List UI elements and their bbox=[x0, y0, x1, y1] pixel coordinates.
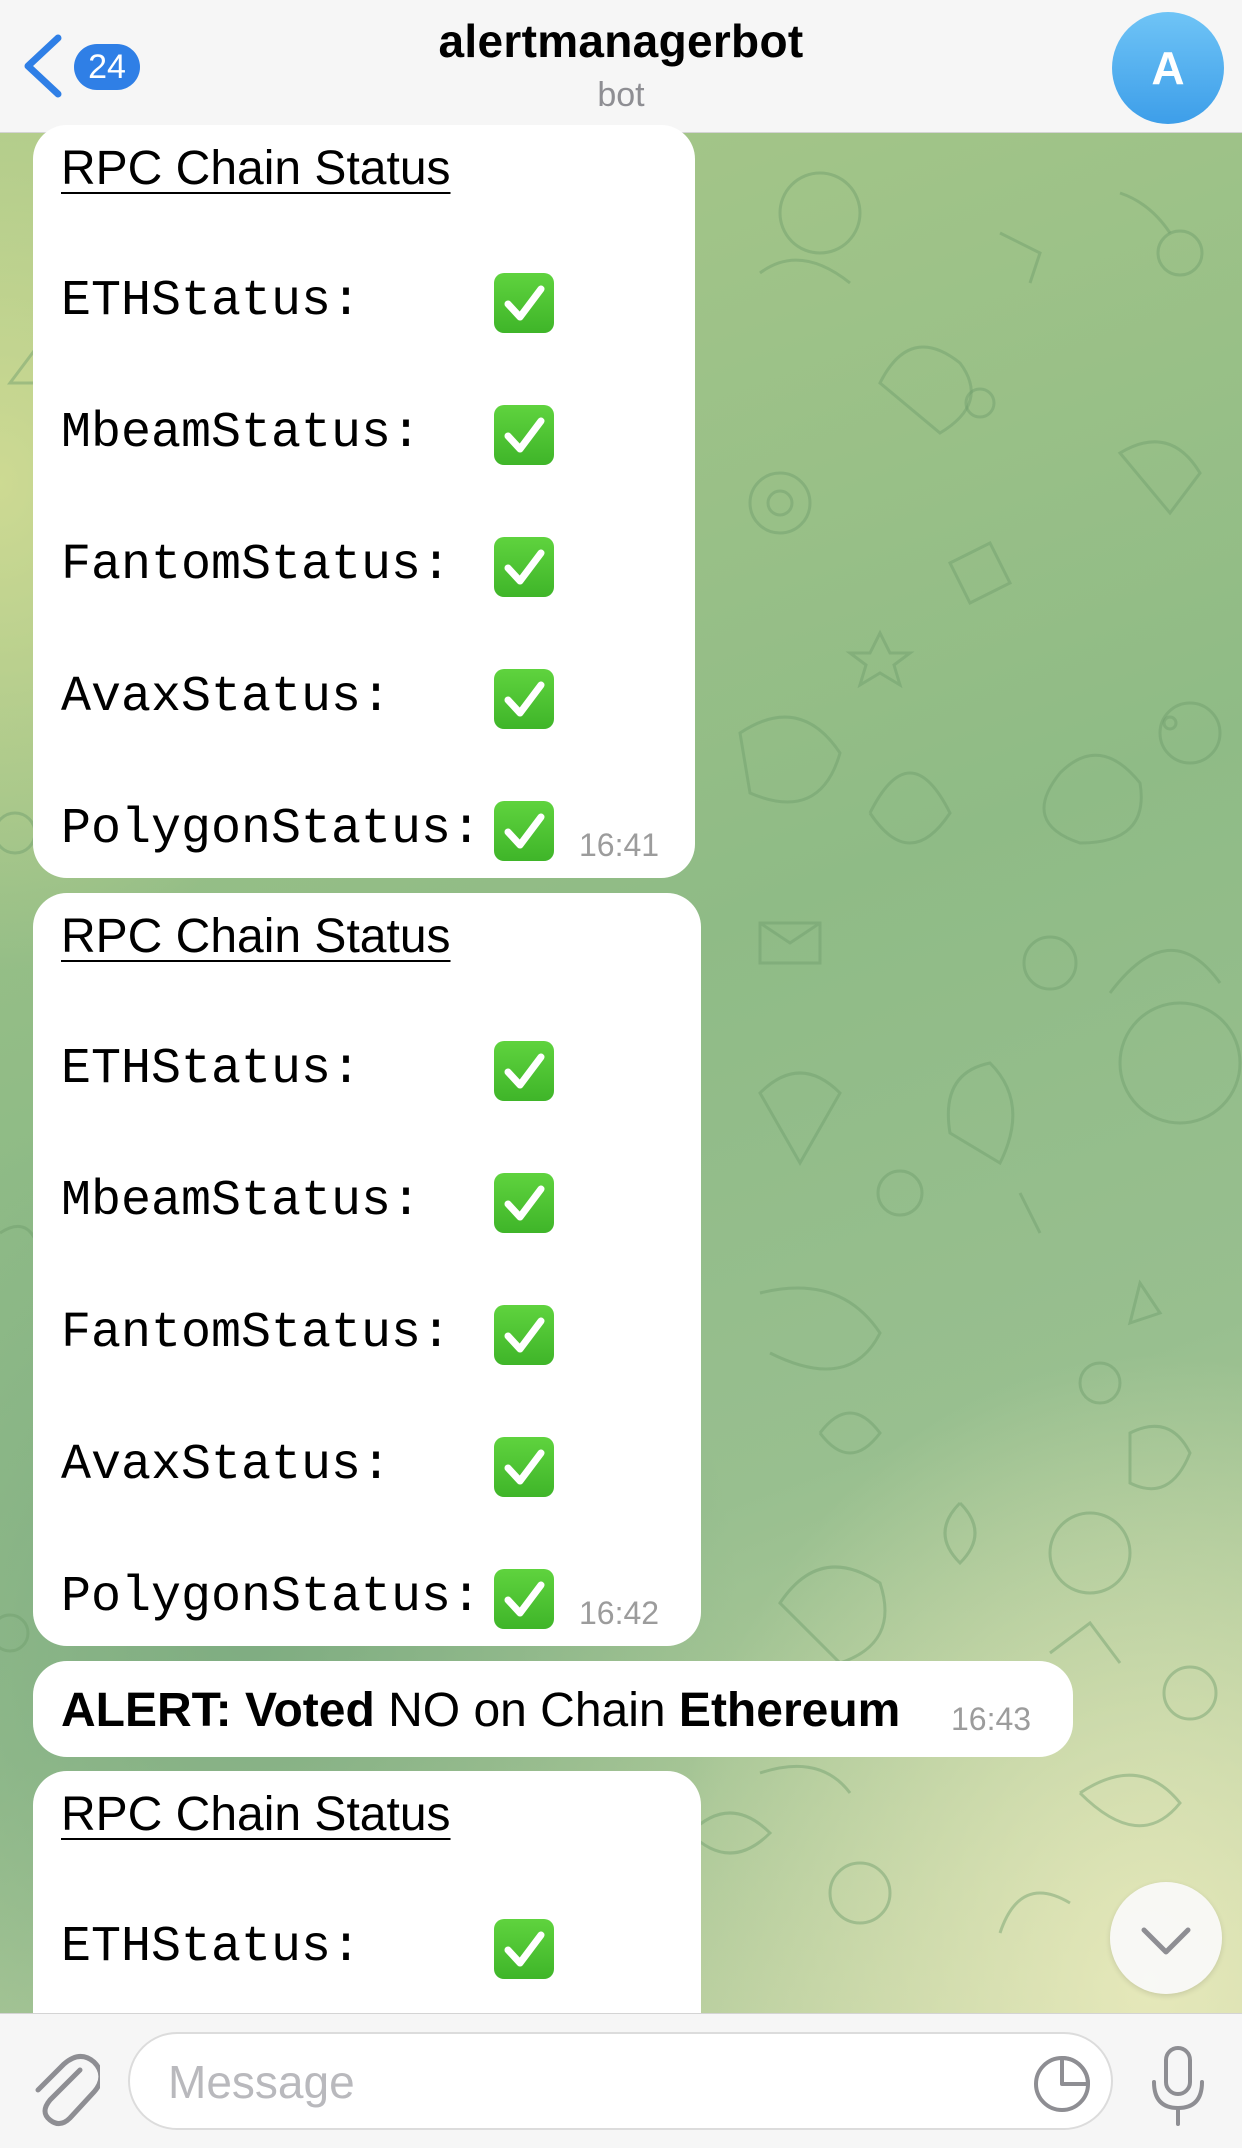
status-label: MbeamStatus: bbox=[61, 1173, 422, 1230]
status-label: PolygonStatus: bbox=[61, 801, 482, 858]
message-time: 16:41 bbox=[579, 827, 660, 863]
alert-chain: Ethereum bbox=[678, 1684, 901, 1737]
message-time: 16:42 bbox=[579, 1595, 660, 1631]
attach-button[interactable] bbox=[28, 2048, 104, 2128]
status-label: FantomStatus: bbox=[61, 1305, 452, 1362]
chat-subtitle: bot bbox=[597, 76, 645, 114]
message-composer bbox=[0, 2013, 1242, 2148]
chevron-down-icon bbox=[1141, 1927, 1191, 1955]
status-label: AvaxStatus: bbox=[61, 1437, 392, 1494]
chat-header: 24 alertmanagerbot bot A bbox=[0, 0, 1242, 133]
message-bubble[interactable]: RPC Chain Status ETHStatus: bbox=[33, 1771, 701, 2051]
status-label: ETHStatus: bbox=[61, 1919, 362, 1976]
message-title[interactable]: RPC Chain Status bbox=[61, 141, 451, 196]
check-mark-button-icon bbox=[494, 273, 554, 333]
sticker-icon[interactable] bbox=[1032, 2054, 1092, 2114]
check-mark-button-icon bbox=[494, 1305, 554, 1365]
alert-prefix: ALERT: Voted bbox=[61, 1684, 375, 1737]
status-label: PolygonStatus: bbox=[61, 1569, 482, 1626]
status-label: AvaxStatus: bbox=[61, 669, 392, 726]
message-title[interactable]: RPC Chain Status bbox=[61, 909, 451, 964]
status-label: ETHStatus: bbox=[61, 273, 362, 330]
check-mark-button-icon bbox=[494, 669, 554, 729]
alert-middle: NO on Chain bbox=[374, 1684, 679, 1737]
alert-message-bubble[interactable]: ALERT: Voted NO on Chain Ethereum 16:43 bbox=[33, 1661, 1073, 1757]
message-bubble[interactable]: RPC Chain Status ETHStatus: MbeamStatus:… bbox=[33, 125, 695, 878]
status-label: ETHStatus: bbox=[61, 1041, 362, 1098]
check-mark-button-icon bbox=[494, 405, 554, 465]
bot-avatar[interactable]: A bbox=[1112, 12, 1224, 124]
chat-title[interactable]: alertmanagerbot bbox=[0, 14, 1242, 68]
message-time: 16:43 bbox=[951, 1701, 1032, 1737]
check-mark-button-icon bbox=[494, 1569, 554, 1629]
microphone-button[interactable] bbox=[1148, 2044, 1208, 2128]
status-label: FantomStatus: bbox=[61, 537, 452, 594]
status-label: MbeamStatus: bbox=[61, 405, 422, 462]
scroll-down-button[interactable] bbox=[1110, 1882, 1222, 1994]
check-mark-button-icon bbox=[494, 1919, 554, 1979]
check-mark-button-icon bbox=[494, 537, 554, 597]
message-title[interactable]: RPC Chain Status bbox=[61, 1787, 451, 1842]
check-mark-button-icon bbox=[494, 801, 554, 861]
alert-text: ALERT: Voted NO on Chain Ethereum bbox=[61, 1683, 900, 1738]
check-mark-button-icon bbox=[494, 1173, 554, 1233]
message-field[interactable] bbox=[128, 2032, 1113, 2130]
microphone-icon bbox=[1152, 2046, 1204, 2126]
check-mark-button-icon bbox=[494, 1437, 554, 1497]
message-input[interactable] bbox=[166, 2034, 1030, 2130]
message-bubble[interactable]: RPC Chain Status ETHStatus: MbeamStatus:… bbox=[33, 893, 701, 1646]
check-mark-button-icon bbox=[494, 1041, 554, 1101]
paperclip-icon bbox=[35, 2054, 104, 2126]
